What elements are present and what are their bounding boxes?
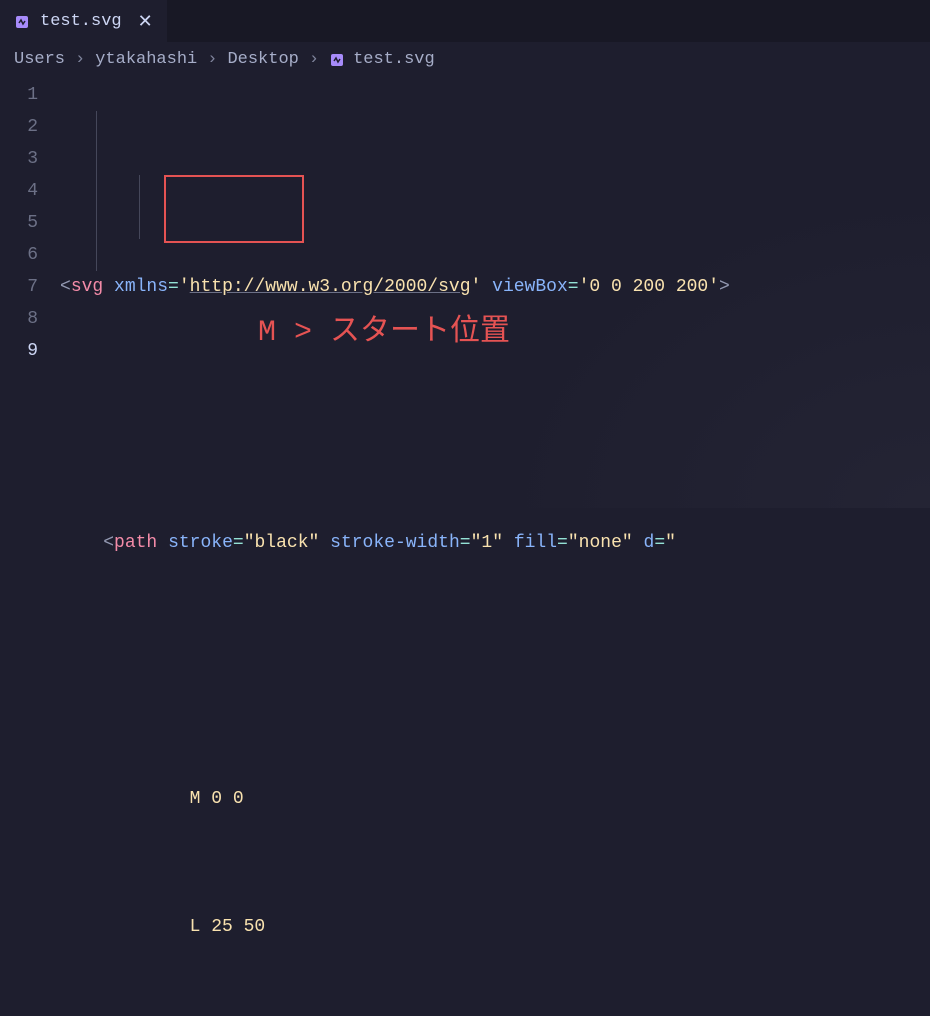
svg-file-icon bbox=[14, 14, 30, 30]
code-area[interactable]: <svg xmlns='http://www.w3.org/2000/svg' … bbox=[60, 79, 930, 1016]
code-line: <svg xmlns='http://www.w3.org/2000/svg' … bbox=[60, 271, 930, 303]
tab-filename: test.svg bbox=[40, 12, 122, 31]
line-number-gutter: 1 2 3 4 5 6 7 8 9 bbox=[0, 79, 60, 1016]
line-number: 1 bbox=[0, 79, 38, 111]
line-number: 8 bbox=[0, 303, 38, 335]
line-number: 4 bbox=[0, 175, 38, 207]
annotation-label: M > スタート位置 bbox=[258, 317, 510, 349]
code-line: M 0 0 bbox=[60, 783, 930, 815]
chevron-right-icon: › bbox=[75, 50, 85, 69]
annotation-box bbox=[164, 175, 304, 243]
indent-guide bbox=[139, 175, 140, 239]
breadcrumb-file[interactable]: test.svg bbox=[329, 50, 435, 69]
chevron-right-icon: › bbox=[309, 50, 319, 69]
breadcrumb-segment[interactable]: Users bbox=[14, 50, 65, 69]
line-number: 2 bbox=[0, 111, 38, 143]
close-icon[interactable]: ✕ bbox=[132, 11, 153, 33]
breadcrumb-segment[interactable]: ytakahashi bbox=[95, 50, 197, 69]
breadcrumb-segment[interactable]: Desktop bbox=[227, 50, 298, 69]
code-line bbox=[60, 399, 930, 431]
svg-file-icon bbox=[329, 52, 345, 68]
xmlns-url[interactable]: http://www.w3.org/2000/svg bbox=[190, 277, 471, 297]
code-line bbox=[60, 655, 930, 687]
line-number: 6 bbox=[0, 239, 38, 271]
code-line: L 25 50 bbox=[60, 911, 930, 943]
code-editor[interactable]: 1 2 3 4 5 6 7 8 9 <svg xmlns='http://www… bbox=[0, 79, 930, 1016]
breadcrumb: Users › ytakahashi › Desktop › test.svg bbox=[0, 42, 930, 79]
code-line: <path stroke="black" stroke-width="1" fi… bbox=[60, 527, 930, 559]
line-number: 9 bbox=[0, 335, 38, 367]
line-number: 3 bbox=[0, 143, 38, 175]
line-number: 7 bbox=[0, 271, 38, 303]
chevron-right-icon: › bbox=[207, 50, 217, 69]
tab-test-svg[interactable]: test.svg ✕ bbox=[0, 0, 167, 42]
tab-bar: test.svg ✕ bbox=[0, 0, 930, 42]
indent-guide bbox=[96, 111, 97, 271]
line-number: 5 bbox=[0, 207, 38, 239]
